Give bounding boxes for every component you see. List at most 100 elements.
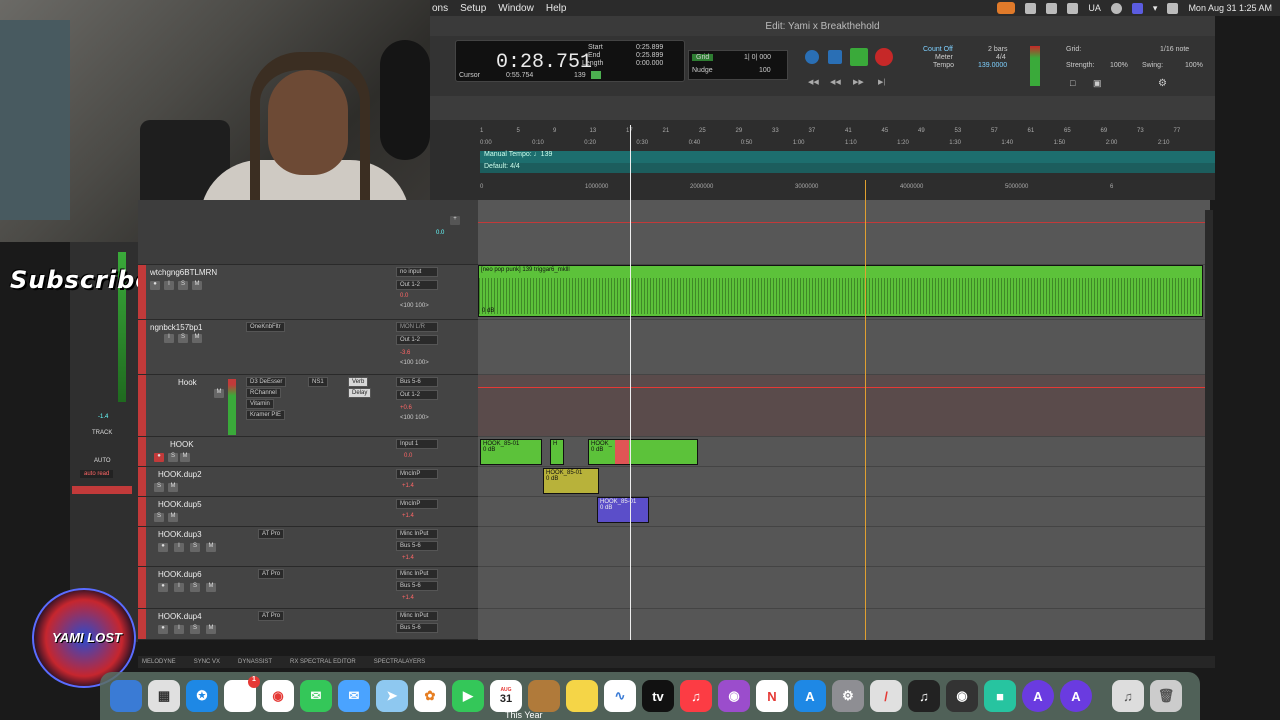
track-row-7[interactable]: HOOK.dup3 ● I S M AT Pro Minc InPut Bus … xyxy=(138,527,478,567)
menu-item-window[interactable]: Window xyxy=(498,3,534,14)
finder-icon[interactable] xyxy=(110,680,142,712)
solo-button[interactable]: S xyxy=(154,513,164,522)
avid-icon[interactable]: A xyxy=(1022,680,1054,712)
volume-value[interactable]: +1.4 xyxy=(402,555,414,561)
input-selector[interactable]: Input 1 xyxy=(396,439,438,449)
settings-gear-icon[interactable]: ⚙ xyxy=(1158,78,1167,89)
playlist-lane-8[interactable] xyxy=(478,567,1210,609)
playlist-lane-top[interactable] xyxy=(478,200,1210,265)
input-selector[interactable]: Minc InPut xyxy=(396,569,438,579)
mute-button[interactable]: M xyxy=(206,625,216,634)
rec-arm-button[interactable]: ● xyxy=(154,453,164,462)
insert-slot[interactable]: OneKnbFltr xyxy=(246,322,285,332)
input-selector[interactable]: Minc InPut xyxy=(396,611,438,621)
volume-value[interactable]: +1.4 xyxy=(402,483,414,489)
input-selector[interactable]: MncInP xyxy=(396,469,438,479)
add-icon[interactable]: + xyxy=(450,216,460,225)
clip-gain[interactable]: 0 dB xyxy=(546,476,558,482)
solo-button[interactable]: S xyxy=(178,281,188,290)
edit-playlist[interactable]: [neo pop punk] 139 triggar6_mklll 0 dB H… xyxy=(478,200,1210,640)
playlist-lane-2[interactable] xyxy=(478,320,1210,375)
pan-value[interactable]: <100 100> xyxy=(400,360,429,366)
send-slot-2[interactable]: Delay xyxy=(348,388,372,398)
track-name[interactable]: wtchgng6BTLMRN xyxy=(150,268,230,277)
insert-slot-2[interactable]: RChannel xyxy=(246,388,281,398)
marker-line[interactable] xyxy=(865,180,866,640)
start-value[interactable]: 0:25.899 xyxy=(636,44,663,51)
system-settings-icon[interactable]: ⚙ xyxy=(832,680,864,712)
audio-app-icon[interactable]: ♫ xyxy=(908,680,940,712)
record-button[interactable] xyxy=(875,48,893,66)
volume-automation-line[interactable] xyxy=(478,387,1210,388)
back-icon[interactable]: ◀◀ xyxy=(830,78,841,86)
input-monitor-button[interactable]: I xyxy=(164,334,174,343)
safari-icon[interactable]: ✪ xyxy=(186,680,218,712)
audio-clip-main[interactable]: [neo pop punk] 139 triggar6_mklll 0 dB xyxy=(478,265,1203,317)
appstore-icon[interactable]: A xyxy=(794,680,826,712)
input-monitor-button[interactable]: I xyxy=(174,625,184,634)
output-selector[interactable]: Bus 5-6 xyxy=(396,623,438,633)
solo-button[interactable]: S xyxy=(190,583,200,592)
grid-label[interactable]: Grid xyxy=(692,54,714,61)
menu-item-setup[interactable]: Setup xyxy=(460,3,486,14)
input-selector[interactable]: no input xyxy=(396,267,438,277)
forward-icon[interactable]: ▶▶ xyxy=(853,78,864,86)
track-name[interactable]: HOOK.dup3 xyxy=(158,530,238,539)
input-monitor-button[interactable]: I xyxy=(174,543,184,552)
clock-icon[interactable] xyxy=(1110,2,1122,14)
send-slot-1[interactable]: Verb xyxy=(348,377,369,387)
meter-value[interactable]: 4/4 xyxy=(996,54,1006,61)
input-monitor-button[interactable]: I xyxy=(174,583,184,592)
playlist-lane-5[interactable]: HOOK_85-01 0 dB xyxy=(478,467,1210,497)
grid-right-value[interactable]: 1/16 note xyxy=(1160,46,1189,53)
loop-icon[interactable] xyxy=(805,50,819,64)
rec-arm-button[interactable]: ● xyxy=(158,583,168,592)
audio-file-icon[interactable]: ♫ xyxy=(1112,680,1144,712)
plugin-dynassist[interactable]: DYNASSIST xyxy=(238,659,272,665)
menubar-datetime[interactable]: Mon Aug 31 1:25 AM xyxy=(1188,3,1272,13)
insert-slot-4[interactable]: Kramer PIE xyxy=(246,410,286,420)
launchpad-icon[interactable]: ▦ xyxy=(148,680,180,712)
notes-icon[interactable] xyxy=(566,680,598,712)
mic-status-icon[interactable] xyxy=(997,2,1016,14)
menu-item-ons[interactable]: ons xyxy=(432,3,448,14)
snap-icon[interactable]: □ xyxy=(1070,78,1075,88)
appletv-icon[interactable]: tv xyxy=(642,680,674,712)
nudge-value[interactable]: 100 xyxy=(759,67,771,74)
length-value[interactable]: 0:00.000 xyxy=(636,60,663,67)
clip-gain[interactable]: 0 dB xyxy=(483,447,495,453)
obs-icon[interactable]: ◉ xyxy=(946,680,978,712)
mute-button[interactable]: M xyxy=(192,334,202,343)
output-selector[interactable]: Out 1-2 xyxy=(396,335,438,345)
freeform-icon[interactable]: ∿ xyxy=(604,680,636,712)
track-row-9[interactable]: HOOK.dup4 ● I S M AT Pro Minc InPut Bus … xyxy=(138,609,478,640)
swing-value[interactable]: 100% xyxy=(1185,62,1203,69)
mute-button[interactable]: M xyxy=(168,513,178,522)
mute-button[interactable]: M xyxy=(206,543,216,552)
insert-slot-5[interactable]: NS1 xyxy=(308,377,328,387)
mail-icon[interactable]: ✉ xyxy=(338,680,370,712)
vertical-scrollbar[interactable] xyxy=(1205,210,1213,640)
track-row-8[interactable]: HOOK.dup6 ● I S M AT Pro Minc InPut Bus … xyxy=(138,567,478,609)
chrome-icon[interactable]: ◉ xyxy=(262,680,294,712)
volume-value[interactable]: 0.0 xyxy=(400,293,408,299)
clip-gain[interactable]: 0 dB xyxy=(600,505,612,511)
volume-value[interactable]: +1.4 xyxy=(402,595,414,601)
mute-button[interactable]: M xyxy=(214,389,224,398)
track-name[interactable]: ngnbck157bp1 xyxy=(150,323,230,332)
screen-mirror-icon[interactable] xyxy=(1131,2,1143,14)
count-off-label[interactable]: Count Off xyxy=(923,46,953,53)
avid-icon-2[interactable]: A xyxy=(1060,680,1092,712)
trash-icon[interactable]: 🗑 xyxy=(1150,680,1182,712)
end-value[interactable]: 0:25.899 xyxy=(636,52,663,59)
insert-slot[interactable]: AT Pro xyxy=(258,529,285,539)
input-selector[interactable]: Minc InPut xyxy=(396,529,438,539)
mute-button[interactable]: M xyxy=(168,483,178,492)
solo-button[interactable]: S xyxy=(178,334,188,343)
clip-gain[interactable]: 0 dB xyxy=(591,447,603,453)
pan-value[interactable]: <100 100> xyxy=(400,303,429,309)
plugin-rx-spectral-editor[interactable]: RX SPECTRAL EDITOR xyxy=(290,659,356,665)
playlist-lane-4[interactable]: HOOK_85-01 0 dB H HOOK_ 0 dB xyxy=(478,437,1210,467)
contacts-icon[interactable] xyxy=(528,680,560,712)
end-icon[interactable]: ▶| xyxy=(878,78,885,86)
